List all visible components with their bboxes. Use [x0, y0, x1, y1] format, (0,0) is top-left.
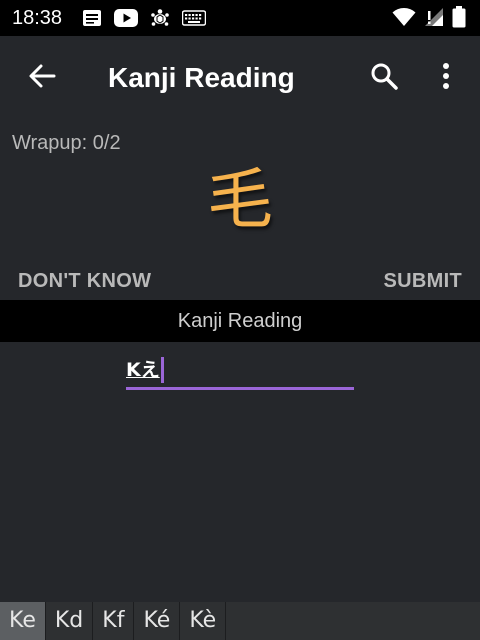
arrow-left-icon [28, 62, 56, 95]
page-title: Kanji Reading [108, 62, 295, 93]
status-time: 18:38 [12, 7, 63, 29]
suggestion-item[interactable]: Kf [93, 602, 135, 640]
keyboard-icon [182, 10, 206, 26]
suggestion-item[interactable]: Ke [0, 602, 46, 640]
answer-input[interactable]: Kえ [126, 354, 354, 390]
overflow-menu-button[interactable] [424, 56, 468, 100]
app-bar: Kanji Reading [0, 36, 480, 120]
youtube-icon [114, 9, 138, 27]
search-icon [370, 62, 398, 95]
suggestion-item[interactable]: Kè [180, 602, 227, 640]
more-vertical-icon [442, 62, 450, 95]
notification-icons [82, 7, 206, 29]
submit-button[interactable]: SUBMIT [384, 268, 462, 294]
wifi-icon [392, 7, 416, 27]
battery-icon [452, 6, 466, 28]
search-button[interactable] [362, 56, 406, 100]
back-button[interactable] [20, 56, 64, 100]
dont-know-button[interactable]: DON'T KNOW [18, 268, 151, 294]
question-type-banner: Kanji Reading [0, 300, 480, 342]
status-bar: 18:38 [0, 0, 480, 36]
screen: 18:38 Kanji Reading Wrapup: 0/2 毛 DON'T … [0, 0, 480, 640]
keyboard-suggestion-strip: Ke Kd Kf Ké Kè [0, 602, 480, 640]
suggestion-item[interactable]: Ké [134, 602, 181, 640]
kanji-character: 毛 [207, 161, 273, 238]
text-cursor [161, 357, 164, 383]
notes-icon [82, 8, 102, 28]
wrapup-counter: Wrapup: 0/2 [12, 132, 121, 154]
answer-text: Kえ [126, 359, 160, 381]
cell-signal-icon [424, 7, 444, 27]
turtle-icon [150, 8, 170, 28]
system-icons [392, 5, 466, 29]
suggestion-item[interactable]: Kd [46, 602, 94, 640]
